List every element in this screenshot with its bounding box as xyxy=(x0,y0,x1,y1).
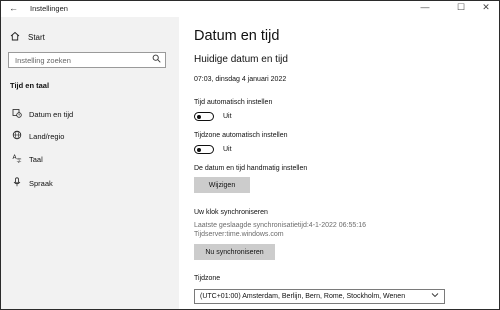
minimize-icon[interactable]: — xyxy=(413,2,437,12)
timezone-label: Tijdzone xyxy=(194,275,221,282)
auto-time-state: Uit xyxy=(223,113,232,120)
svg-text:字: 字 xyxy=(17,158,22,164)
search-placeholder: Instelling zoeken xyxy=(15,56,71,65)
timezone-selected-value: (UTC+01:00) Amsterdam, Berlijn, Bern, Ro… xyxy=(200,293,406,300)
auto-time-label: Tijd automatisch instellen xyxy=(194,99,273,106)
change-button[interactable]: Wijzigen xyxy=(194,177,250,193)
window-title: Instellingen xyxy=(30,4,68,13)
microphone-icon xyxy=(10,177,24,189)
settings-window: ← Instellingen — ☐ ✕ Start Instelling zo… xyxy=(0,0,500,310)
current-datetime-heading: Huidige datum en tijd xyxy=(194,54,288,65)
sidebar-item-land-regio[interactable]: Land/regio xyxy=(1,126,179,146)
maximize-icon[interactable]: ☐ xyxy=(449,2,473,13)
sidebar-item-label: Datum en tijd xyxy=(29,109,74,119)
sidebar-item-label: Spraak xyxy=(29,178,53,188)
chevron-down-icon xyxy=(431,291,439,301)
search-input[interactable]: Instelling zoeken xyxy=(8,52,166,68)
close-icon[interactable]: ✕ xyxy=(474,2,498,13)
section-title: Tijd en taal xyxy=(10,81,50,90)
sync-now-button[interactable]: Nu synchroniseren xyxy=(194,244,275,260)
title-bar: ← Instellingen — ☐ ✕ xyxy=(1,1,499,17)
manual-set-label: De datum en tijd handmatig instellen xyxy=(194,165,308,172)
timezone-dropdown[interactable]: (UTC+01:00) Amsterdam, Berlijn, Bern, Ro… xyxy=(194,289,445,304)
sidebar-item-spraak[interactable]: Spraak xyxy=(1,173,179,193)
page-title: Datum en tijd xyxy=(194,28,280,44)
sidebar-item-start[interactable]: Start xyxy=(10,31,45,43)
language-icon: A字 xyxy=(10,153,24,165)
main-content: Datum en tijd Huidige datum en tijd 07:0… xyxy=(180,17,499,309)
sidebar-item-label: Start xyxy=(28,32,45,42)
last-sync-text: Laatste geslaagde synchronisatietijd:4-1… xyxy=(194,222,367,229)
sidebar-item-label: Taal xyxy=(29,154,43,164)
globe-icon xyxy=(10,130,24,142)
auto-time-toggle[interactable] xyxy=(194,112,214,121)
auto-timezone-state: Uit xyxy=(223,146,232,153)
auto-timezone-label: Tijdzone automatisch instellen xyxy=(194,132,288,139)
sidebar-item-taal[interactable]: A字 Taal xyxy=(1,149,179,169)
current-datetime-value: 07:03, dinsdag 4 januari 2022 xyxy=(194,76,287,83)
sync-heading: Uw klok synchroniseren xyxy=(194,209,268,216)
sidebar-item-label: Land/regio xyxy=(29,131,65,141)
sidebar-item-datum-en-tijd[interactable]: Datum en tijd xyxy=(1,104,179,124)
toggle-knob xyxy=(197,114,201,119)
sidebar: Start Instelling zoeken Tijd en taal Dat… xyxy=(1,17,179,309)
time-server-text: Tijdserver:time.windows.com xyxy=(194,231,284,238)
back-arrow-icon[interactable]: ← xyxy=(9,3,18,13)
auto-timezone-toggle[interactable] xyxy=(194,145,214,154)
toggle-knob xyxy=(197,147,201,152)
home-icon xyxy=(10,31,22,43)
calendar-clock-icon xyxy=(10,108,24,120)
search-icon xyxy=(152,54,161,65)
